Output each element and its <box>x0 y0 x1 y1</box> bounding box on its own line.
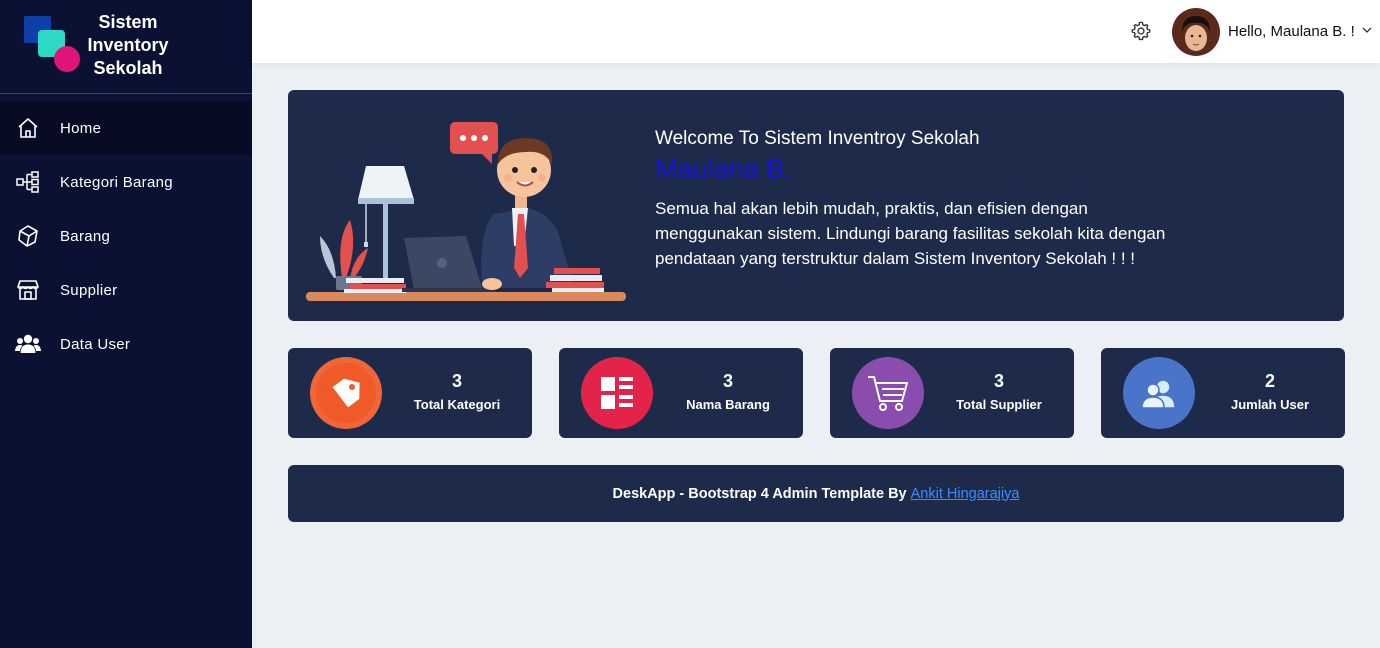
brand-line-2: Inventory <box>87 35 169 55</box>
sidebar-item-label: Barang <box>60 227 111 245</box>
welcome-banner: Welcome To Sistem Inventroy Sekolah Maul… <box>288 90 1344 321</box>
list-icon <box>581 357 653 429</box>
stat-value: 3 <box>451 371 462 391</box>
footer-author-link[interactable]: Ankit Hingarajiya <box>911 486 1020 502</box>
sidebar-item-kategori-barang[interactable]: Kategori Barang <box>0 155 252 209</box>
sidebar: Sistem Inventory Sekolah Home Kategori B… <box>0 0 252 648</box>
brand-line-3: Sekolah <box>93 58 163 78</box>
sidebar-item-label: Kategori Barang <box>60 173 173 191</box>
gear-icon[interactable] <box>1130 20 1152 42</box>
sidebar-item-label: Data User <box>60 335 131 353</box>
stat-card-total-kategori[interactable]: 3 Total Kategori <box>288 348 532 438</box>
tag-icon <box>310 357 382 429</box>
box-icon <box>14 223 42 249</box>
banner-description: Semua hal akan lebih mudah, praktis, dan… <box>655 199 1166 268</box>
footer: DeskApp - Bootstrap 4 Admin Template By … <box>288 465 1344 522</box>
chevron-down-icon[interactable] <box>1362 26 1372 34</box>
stat-card-total-supplier[interactable]: 3 Total Supplier <box>830 348 1074 438</box>
home-icon <box>14 115 42 141</box>
stat-value: 3 <box>722 371 733 391</box>
stat-label: Jumlah User <box>1230 397 1310 412</box>
users-icon <box>14 331 42 357</box>
users-icon <box>1123 357 1195 429</box>
stat-card-nama-barang[interactable]: 3 Nama Barang <box>559 348 803 438</box>
sidebar-item-supplier[interactable]: Supplier <box>0 263 252 317</box>
stat-value: 2 <box>1264 371 1275 391</box>
sidebar-item-barang[interactable]: Barang <box>0 209 252 263</box>
welcome-title: Welcome To Sistem Inventroy Sekolah <box>655 128 980 149</box>
app-logo-icon <box>24 16 80 72</box>
cart-icon <box>852 357 924 429</box>
sidebar-menu: Home Kategori Barang Barang Supplier Dat… <box>0 101 252 371</box>
brand-title: Sistem Inventory Sekolah <box>84 11 172 80</box>
banner-user-name: Maulana B. <box>655 154 792 184</box>
office-worker-illustration <box>306 122 626 301</box>
sidebar-item-label: Supplier <box>60 281 118 299</box>
brand[interactable]: Sistem Inventory Sekolah <box>0 0 252 94</box>
stat-label: Total Supplier <box>956 397 1042 412</box>
footer-text: DeskApp - Bootstrap 4 Admin Template By <box>612 485 907 502</box>
sidebar-item-data-user[interactable]: Data User <box>0 317 252 371</box>
store-icon <box>14 277 42 303</box>
top-header: Hello, Maulana B. ! <box>252 0 1380 63</box>
sidebar-item-label: Home <box>60 119 102 137</box>
stat-value: 3 <box>993 371 1004 391</box>
stat-label: Nama Barang <box>686 397 770 412</box>
avatar[interactable] <box>1172 8 1220 56</box>
user-greeting[interactable]: Hello, Maulana B. ! <box>1228 23 1355 40</box>
sidebar-item-home[interactable]: Home <box>0 101 252 155</box>
hierarchy-icon <box>14 169 42 195</box>
brand-line-1: Sistem <box>98 12 158 32</box>
stat-label: Total Kategori <box>413 397 501 412</box>
stat-card-jumlah-user[interactable]: 2 Jumlah User <box>1101 348 1345 438</box>
